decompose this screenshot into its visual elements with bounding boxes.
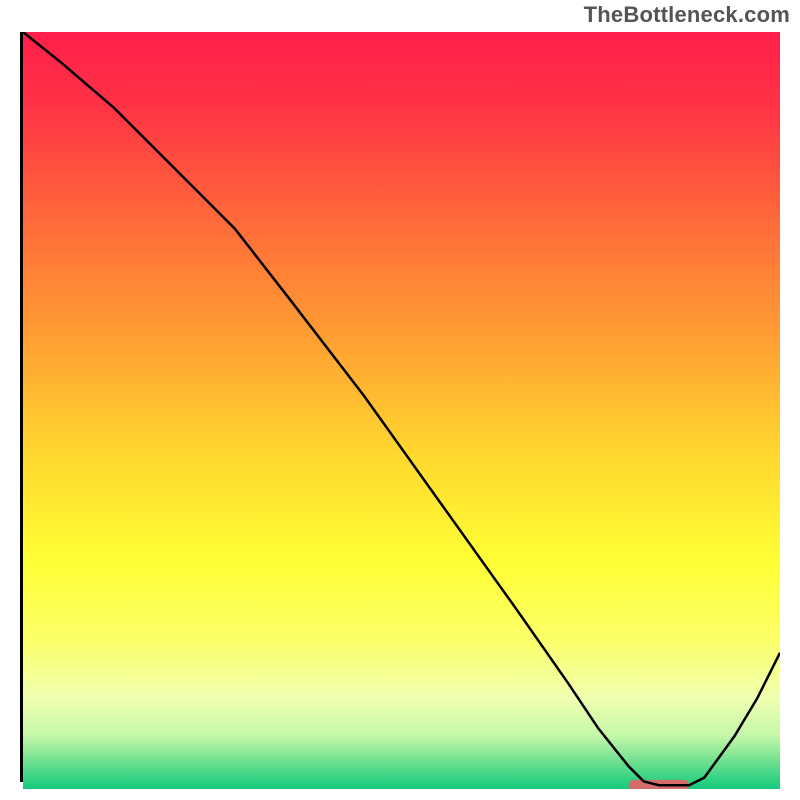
heatmap-background [23,32,780,789]
plot-svg [23,32,780,789]
watermark-text: TheBottleneck.com [584,2,790,28]
axes-frame [20,32,780,782]
